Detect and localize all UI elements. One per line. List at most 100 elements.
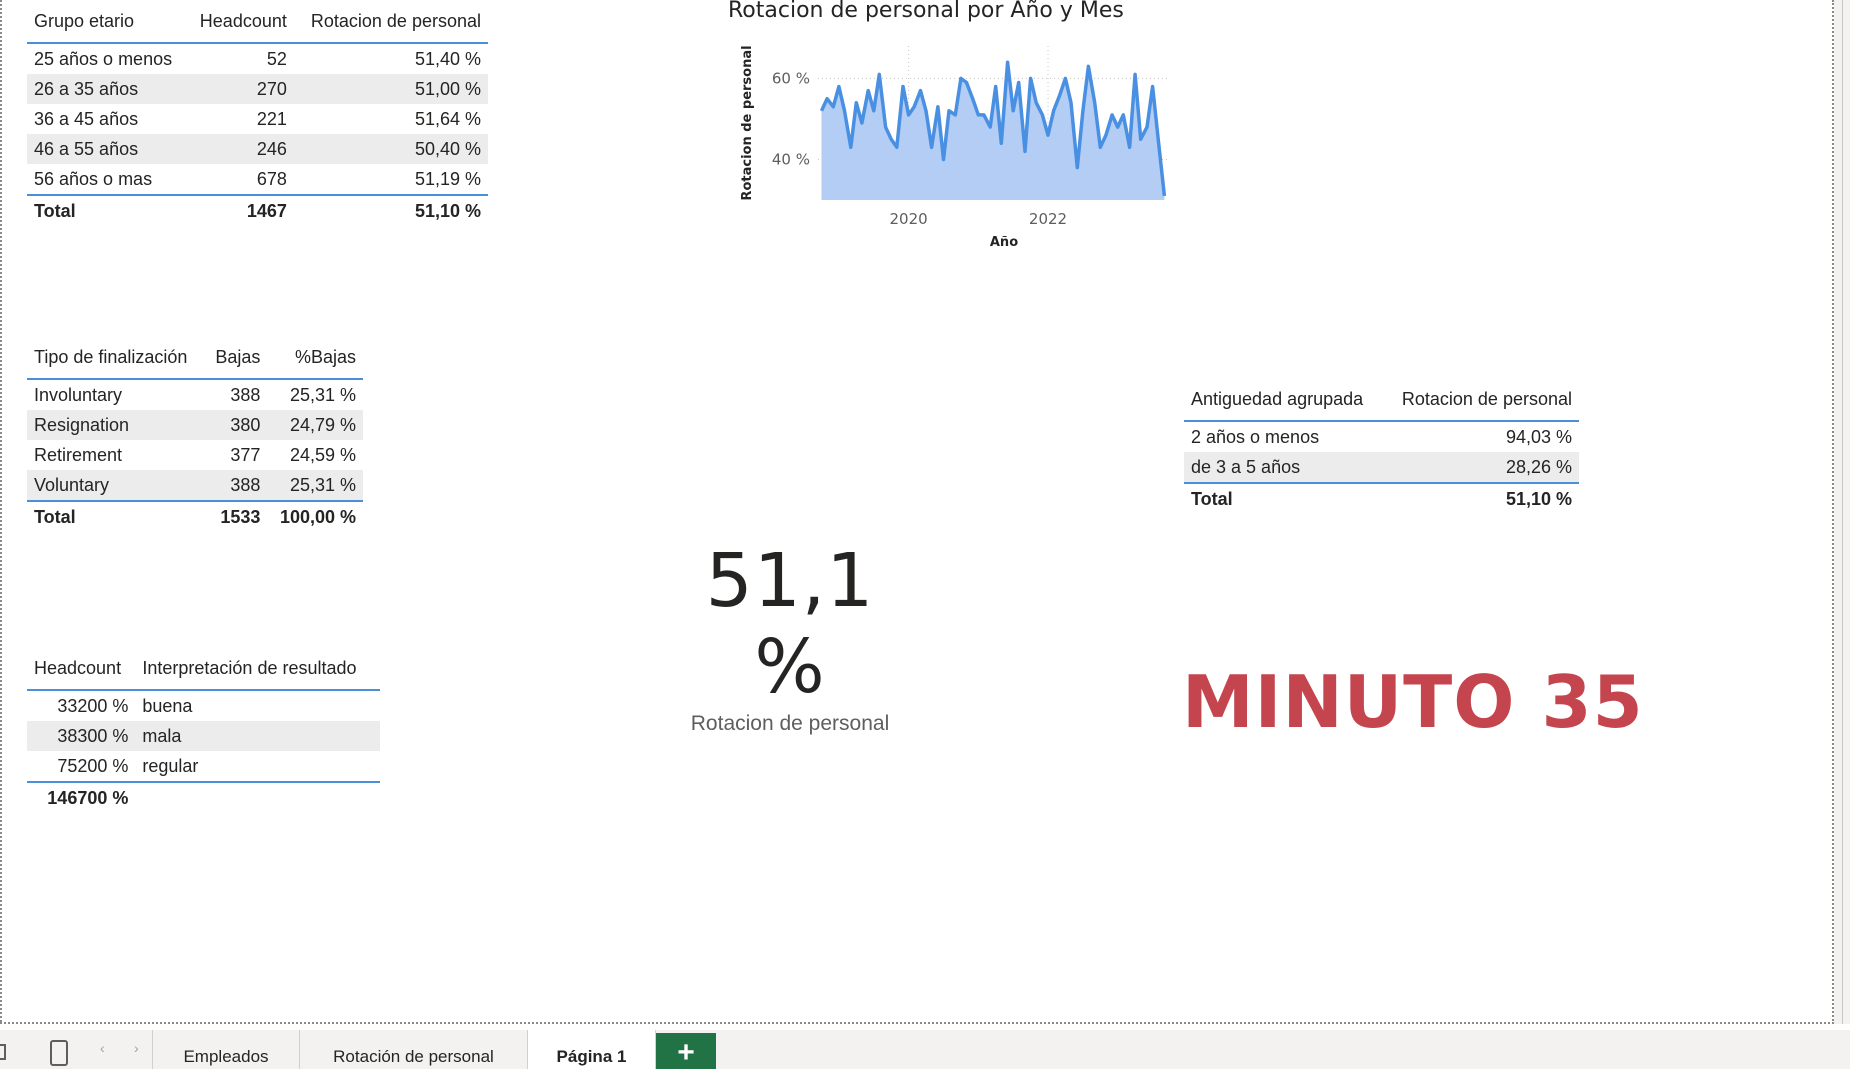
total-label: Total	[34, 506, 76, 527]
table-cell: 270	[187, 74, 294, 104]
table-header-row: Grupo etario Headcount Rotacion de perso…	[27, 0, 488, 43]
column-header[interactable]: Interpretación de resultado	[135, 647, 380, 690]
table-cell: 377	[230, 444, 261, 465]
table-row[interactable]: 56 años o mas 678 51,19 %	[27, 164, 488, 195]
table-row[interactable]: Involuntary 388 25,31 %	[27, 379, 363, 410]
column-header[interactable]: Grupo etario	[27, 0, 187, 43]
table-cell: 246	[187, 134, 294, 164]
minuto-overlay-text: MINUTO 35	[1182, 660, 1644, 744]
column-header[interactable]: Rotacion de personal	[1383, 378, 1579, 421]
table-cell: 25,31 %	[289, 384, 356, 405]
table-cell: 51,19 %	[414, 168, 481, 189]
table-total-row: Total 1467 51,10 %	[27, 195, 488, 226]
column-header[interactable]: Rotacion de personal	[294, 0, 488, 43]
table-cell: mala	[135, 721, 380, 751]
table-cell: 56 años o mas	[34, 168, 153, 189]
table-row[interactable]: Voluntary 388 25,31 %	[27, 470, 363, 501]
table-cell: regular	[142, 755, 199, 776]
total-label: Total	[34, 200, 76, 221]
table-cell: buena	[142, 695, 193, 716]
page-view-icon[interactable]	[0, 1044, 6, 1060]
table-cell: Retirement	[34, 444, 123, 465]
table-cell: 221	[256, 108, 287, 129]
chart-svg: 40 % 60 % 2020 2022 Año Rotacion de personal	[740, 45, 1170, 250]
y-tick-label: 40 %	[772, 150, 810, 168]
table-row[interactable]: 75200 % regular	[27, 751, 380, 782]
table-row[interactable]: de 3 a 5 años 28,26 %	[1184, 452, 1579, 483]
table-total-row: 146700 %	[27, 782, 380, 813]
table-cell: 388	[230, 384, 261, 405]
table-row[interactable]: 33200 % buena	[27, 690, 380, 721]
table-total-row: Total 51,10 %	[1184, 483, 1579, 514]
table-cell: 75200 %	[57, 755, 129, 776]
total-cell: 146700 %	[47, 787, 129, 808]
total-cell: 51,10 %	[1505, 488, 1572, 509]
y-tick-label: 60 %	[772, 69, 810, 87]
table-cell: 51,00 %	[293, 74, 488, 104]
table-cell: 52	[266, 48, 287, 69]
series-area	[821, 62, 1165, 201]
column-header[interactable]: Headcount	[187, 0, 294, 43]
table-header-row: Tipo de finalización Bajas %Bajas	[27, 336, 363, 379]
chevron-right-icon[interactable]: ›	[134, 1040, 139, 1056]
column-header[interactable]: Bajas	[205, 336, 268, 379]
column-header[interactable]: Antiguedad agrupada	[1184, 378, 1383, 421]
table-row[interactable]: Retirement 377 24,59 %	[27, 440, 363, 470]
table-row[interactable]: Resignation 380 24,79 %	[27, 410, 363, 440]
mobile-layout-icon[interactable]	[50, 1040, 68, 1066]
table-cell: Voluntary	[27, 470, 205, 501]
table-cell: 46 a 55 años	[27, 134, 188, 164]
table-cell: 678	[256, 168, 287, 189]
total-cell: 1467	[246, 200, 287, 221]
table-cell: 2 años o menos	[1191, 426, 1320, 447]
table-cell: Resignation	[27, 410, 205, 440]
table-cell: 24,79 %	[267, 410, 363, 440]
table-total-row: Total 1533 100,00 %	[27, 501, 363, 532]
table-cell: 50,40 %	[293, 134, 488, 164]
tab-rotacion-de-personal[interactable]: Rotación de personal	[300, 1030, 528, 1069]
total-cell: 51,10 %	[414, 200, 481, 221]
table-cell: 38300 %	[27, 721, 136, 751]
table-cell: 51,40 %	[414, 48, 481, 69]
chevron-left-icon[interactable]: ‹	[100, 1040, 105, 1056]
table-cell: 33200 %	[57, 695, 129, 716]
tab-pagina-1[interactable]: Página 1	[528, 1030, 656, 1069]
column-header[interactable]: Tipo de finalización	[27, 336, 205, 379]
right-scroll-strip[interactable]	[1834, 0, 1850, 1024]
table-row[interactable]: 46 a 55 años 246 50,40 %	[27, 134, 488, 164]
table-cell: 380	[204, 410, 268, 440]
rotacion-area-chart[interactable]: Rotacion de personal por Año y Mes 40 % 6…	[720, 0, 1190, 250]
chart-title: Rotacion de personal por Año y Mes	[728, 0, 1124, 23]
column-header[interactable]: %Bajas	[267, 336, 363, 379]
table-cell: 388	[204, 470, 268, 501]
table-cell: 24,59 %	[289, 444, 356, 465]
table-cell: 94,03 %	[1505, 426, 1572, 447]
table-antiguedad[interactable]: Antiguedad agrupada Rotacion de personal…	[1184, 378, 1579, 514]
table-cell: 25,31 %	[267, 470, 363, 501]
table-grupo-etario[interactable]: Grupo etario Headcount Rotacion de perso…	[27, 0, 488, 226]
x-axis-label: Año	[990, 235, 1018, 250]
kpi-card[interactable]: 51,1 % Rotacion de personal	[660, 538, 920, 736]
table-cell: 36 a 45 años	[34, 108, 139, 129]
table-row[interactable]: 36 a 45 años 221 51,64 %	[27, 104, 488, 134]
table-cell: de 3 a 5 años	[1184, 452, 1383, 483]
table-row[interactable]: 2 años o menos 94,03 %	[1184, 421, 1579, 452]
x-tick-label: 2022	[1029, 210, 1067, 228]
tab-empleados[interactable]: Empleados	[152, 1030, 300, 1069]
table-cell: 25 años o menos	[34, 48, 173, 69]
table-row[interactable]: 25 años o menos 52 51,40 %	[27, 43, 488, 74]
table-cell: 51,64 %	[414, 108, 481, 129]
table-row[interactable]: 26 a 35 años 270 51,00 %	[27, 74, 488, 104]
table-interpretacion[interactable]: Headcount Interpretación de resultado 33…	[27, 647, 380, 813]
x-tick-label: 2020	[890, 210, 928, 228]
table-cell: Involuntary	[34, 384, 123, 405]
table-tipo-finalizacion[interactable]: Tipo de finalización Bajas %Bajas Involu…	[27, 336, 363, 532]
y-axis-label: Rotacion de personal	[740, 45, 755, 200]
table-header-row: Antiguedad agrupada Rotacion de personal	[1184, 378, 1579, 421]
table-row[interactable]: 38300 % mala	[27, 721, 380, 751]
add-page-button[interactable]: +	[656, 1033, 716, 1069]
table-cell: 26 a 35 años	[27, 74, 188, 104]
table-header-row: Headcount Interpretación de resultado	[27, 647, 380, 690]
kpi-label: Rotacion de personal	[690, 712, 890, 735]
column-header[interactable]: Headcount	[27, 647, 135, 690]
